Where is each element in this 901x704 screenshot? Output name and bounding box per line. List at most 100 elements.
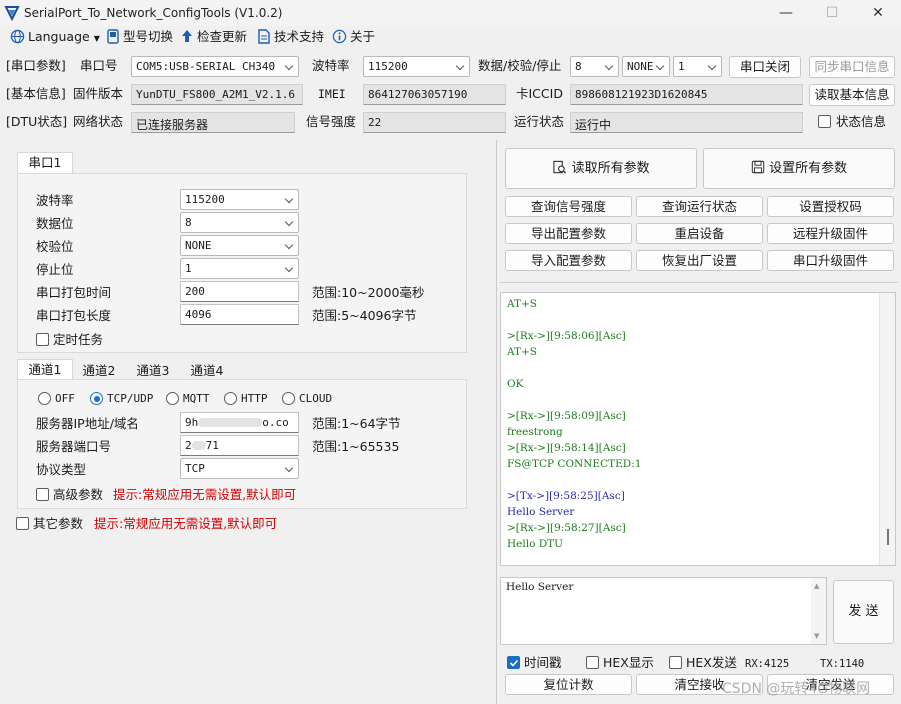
hex-send-checkbox[interactable] xyxy=(669,656,682,669)
export-config-button[interactable]: 导出配置参数 xyxy=(505,223,632,244)
pack-length-label: 串口打包长度 xyxy=(36,308,112,323)
vertical-divider xyxy=(496,140,497,704)
run-status-value: 运行中 xyxy=(570,112,803,133)
terminal-line: FS@TCP CONNECTED:1 xyxy=(507,458,642,470)
hex-display-checkbox[interactable] xyxy=(586,656,599,669)
terminal-scroll-thumb[interactable] xyxy=(887,529,889,545)
maximize-button[interactable]: ☐ xyxy=(809,0,855,26)
baud-label: 波特率 xyxy=(312,58,350,73)
mode-http-label: HTTP xyxy=(241,392,268,405)
other-params-label: 其它参数 xyxy=(33,516,84,531)
send-button[interactable]: 发 送 xyxy=(833,580,894,644)
query-signal-button[interactable]: 查询信号强度 xyxy=(505,196,632,217)
app-icon xyxy=(4,6,20,21)
search-doc-icon xyxy=(553,160,567,174)
signal-strength-label: 信号强度 xyxy=(306,114,357,129)
menu-about-label: 关于 xyxy=(350,29,376,44)
serial-databits-select[interactable]: 8 xyxy=(180,212,299,233)
checkmark-icon xyxy=(509,659,519,667)
set-auth-code-button[interactable]: 设置授权码 xyxy=(767,196,894,217)
mode-off-radio[interactable] xyxy=(38,392,51,405)
tab-channel2[interactable]: 通道2 xyxy=(74,360,124,380)
terminal-line: AT+S xyxy=(507,298,538,310)
parity-select[interactable]: NONE xyxy=(622,56,670,77)
mode-tcp-udp-radio[interactable] xyxy=(90,392,103,405)
mode-off-label: OFF xyxy=(55,392,75,405)
terminal-line: >[Rx->][9:58:27][Asc] xyxy=(507,522,626,534)
minimize-button[interactable]: — xyxy=(763,0,809,26)
mode-mqtt-radio[interactable] xyxy=(166,392,179,405)
mode-cloud-label: CLOUD xyxy=(299,392,333,405)
timestamp-checkbox[interactable] xyxy=(507,656,520,669)
other-params-hint: 提示:常规应用无需设置,默认即可 xyxy=(94,516,278,531)
data-bits-select[interactable]: 8 xyxy=(570,56,619,77)
port-select[interactable]: COM5:USB-SERIAL CH340 xyxy=(131,56,299,77)
close-button[interactable]: ✕ xyxy=(855,0,901,26)
imei-label: IMEI xyxy=(318,87,346,101)
send-textbox[interactable]: Hello Server ▲ ▼ xyxy=(500,577,827,645)
firmware-label: 固件版本 xyxy=(73,86,124,101)
timer-task-checkbox[interactable] xyxy=(36,333,49,346)
server-port-input[interactable]: 2 71 xyxy=(180,435,299,456)
document-icon xyxy=(258,29,270,44)
terminal-line: >[Rx->][9:58:06][Asc] xyxy=(507,330,626,342)
dropdown-arrow-icon: ▼ xyxy=(93,34,100,43)
pack-length-input[interactable]: 4096 xyxy=(180,304,299,325)
status-info-label: 状态信息 xyxy=(836,114,887,129)
pack-time-label: 串口打包时间 xyxy=(36,285,112,300)
server-address-start: 9h xyxy=(185,416,199,429)
scroll-down-icon[interactable]: ▼ xyxy=(814,632,819,640)
tab-serial1[interactable]: 串口1 xyxy=(17,152,73,174)
mode-tcp-udp-label: TCP/UDP xyxy=(107,392,154,405)
receive-terminal[interactable]: AT+S >[Rx->][9:58:06][Asc] AT+S OK >[Rx->][9… xyxy=(500,292,896,566)
pack-time-input[interactable]: 200 xyxy=(180,281,299,302)
csdn-watermark: CSDN @玩转4G物联网 xyxy=(722,681,871,697)
device-icon xyxy=(107,29,119,44)
remote-upgrade-button[interactable]: 远程升级固件 xyxy=(767,223,894,244)
tab-channel3[interactable]: 通道3 xyxy=(128,360,178,380)
send-scrollbar[interactable]: ▲ ▼ xyxy=(811,578,826,644)
serial-baud-select[interactable]: 115200 xyxy=(180,189,299,210)
pack-time-range: 范围:10~2000毫秒 xyxy=(312,285,425,300)
other-params-checkbox[interactable] xyxy=(16,517,29,530)
advanced-params-checkbox[interactable] xyxy=(36,488,49,501)
read-all-params-button[interactable]: 读取所有参数 xyxy=(505,148,697,189)
title-bar: SerialPort_To_Network_ConfigTools (V1.0.… xyxy=(0,0,901,26)
menu-model-switch[interactable]: 型号切换 xyxy=(106,28,173,46)
menu-about[interactable]: 关于 xyxy=(332,28,375,46)
mode-cloud-radio[interactable] xyxy=(282,392,295,405)
tab-channel4[interactable]: 通道4 xyxy=(182,360,232,380)
firmware-value: YunDTU_FS800_A2M1_V2.1.6 xyxy=(131,84,303,105)
restart-device-button[interactable]: 重启设备 xyxy=(636,223,763,244)
close-port-button[interactable]: 串口关闭 xyxy=(729,56,801,78)
set-all-params-button[interactable]: 设置所有参数 xyxy=(703,148,895,189)
stop-bits-select[interactable]: 1 xyxy=(673,56,722,77)
basic-info-section-label: [基本信息] xyxy=(6,86,66,101)
terminal-scrollbar[interactable] xyxy=(879,293,895,565)
mode-http-radio[interactable] xyxy=(224,392,237,405)
server-address-input[interactable]: 9h o.co xyxy=(180,412,299,433)
menu-language[interactable]: Language ▼ xyxy=(10,28,100,46)
reset-count-button[interactable]: 复位计数 xyxy=(505,674,632,695)
redacted-blur xyxy=(191,441,206,450)
iccid-value: 898608121923D1620845 xyxy=(570,84,803,105)
serial-stopbits-select[interactable]: 1 xyxy=(180,258,299,279)
terminal-line: freestrong xyxy=(507,426,563,438)
serial-parity-select[interactable]: NONE xyxy=(180,235,299,256)
baud-select[interactable]: 115200 xyxy=(363,56,470,77)
menu-tech-support[interactable]: 技术支持 xyxy=(257,28,324,46)
import-config-button[interactable]: 导入配置参数 xyxy=(505,250,632,271)
tab-channel1[interactable]: 通道1 xyxy=(17,359,73,380)
read-basic-info-button[interactable]: 读取基本信息 xyxy=(809,84,895,106)
serial-upgrade-button[interactable]: 串口升级固件 xyxy=(767,250,894,271)
sync-port-info-button[interactable]: 同步串口信息 xyxy=(809,56,895,78)
menu-check-update[interactable]: 检查更新 xyxy=(180,28,247,46)
factory-reset-button[interactable]: 恢复出厂设置 xyxy=(636,250,763,271)
terminal-line: Hello DTU xyxy=(507,538,564,550)
scroll-up-icon[interactable]: ▲ xyxy=(814,582,819,590)
status-info-checkbox[interactable] xyxy=(818,115,831,128)
protocol-type-select[interactable]: TCP xyxy=(180,458,299,479)
serial-parity-label: 校验位 xyxy=(36,239,74,254)
query-run-status-button[interactable]: 查询运行状态 xyxy=(636,196,763,217)
info-icon xyxy=(332,29,347,44)
